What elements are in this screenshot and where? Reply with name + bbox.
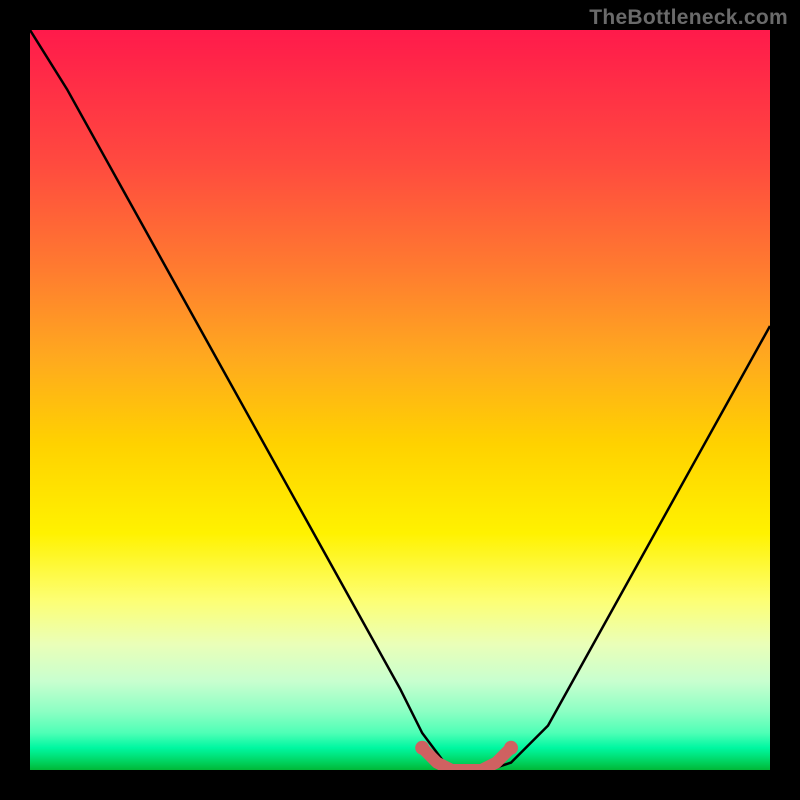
plot-area: [30, 30, 770, 770]
highlight-dot-right: [504, 741, 518, 755]
curve-layer: [30, 30, 770, 770]
highlight-dot-left: [415, 741, 429, 755]
chart-frame: TheBottleneck.com: [0, 0, 800, 800]
watermark-text: TheBottleneck.com: [589, 6, 788, 30]
bottleneck-curve: [30, 30, 770, 770]
